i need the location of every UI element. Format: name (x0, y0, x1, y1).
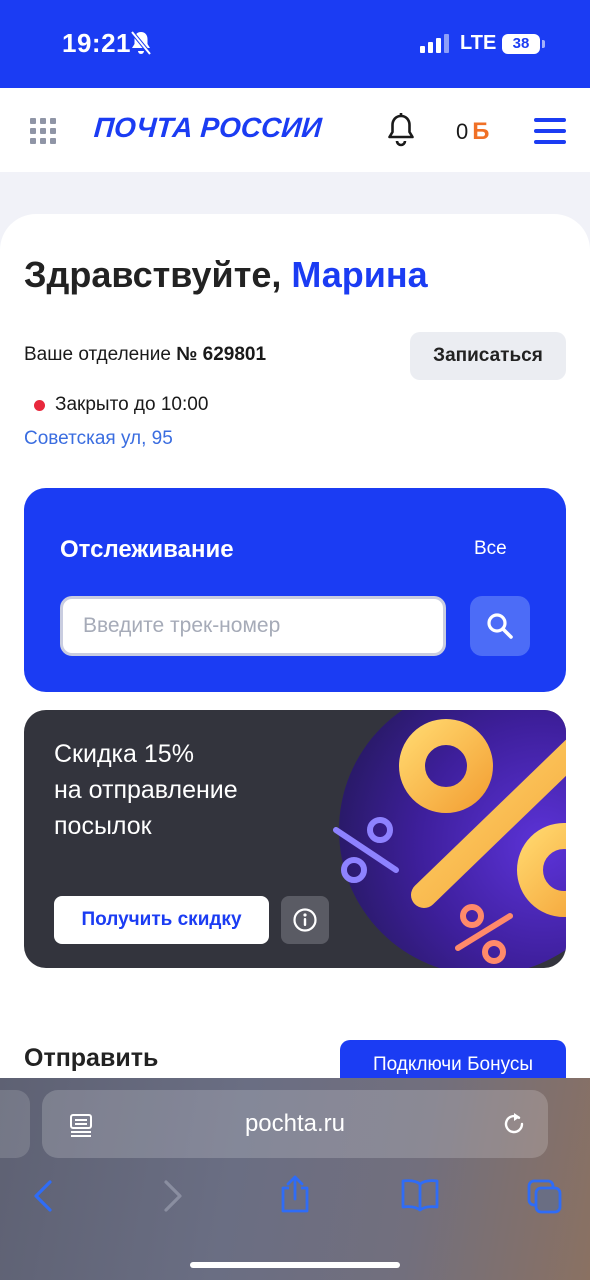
bookmarks-icon[interactable] (400, 1178, 440, 1217)
browser-nav (0, 1175, 590, 1221)
status-time: 19:21 (62, 28, 131, 58)
promo-text: Скидка 15% на отправление посылок (54, 736, 314, 844)
get-discount-button[interactable]: Получить скидку (54, 896, 269, 944)
user-name: Марина (291, 254, 428, 295)
info-button[interactable] (281, 896, 329, 944)
promo-line-1: Скидка 15% (54, 740, 194, 768)
points-balance[interactable]: 0 Ƃ (456, 118, 490, 146)
promo-banner: Скидка 15% на отправление посылок Получи… (24, 710, 566, 968)
signal-icon (420, 34, 449, 53)
back-icon[interactable] (32, 1178, 56, 1219)
url-text: pochta.ru (244, 1110, 346, 1137)
greeting-prefix: Здравствуйте, (24, 254, 292, 295)
office-status: Закрыто до 10:00 (34, 394, 208, 416)
search-button[interactable] (470, 596, 530, 656)
battery-indicator: 38 (502, 34, 545, 54)
menu-icon[interactable] (534, 118, 566, 144)
book-button[interactable]: Записаться (410, 332, 566, 380)
office-number: № 629801 (176, 344, 267, 365)
discount-illustration (333, 710, 566, 968)
promo-line-2: на отправление (54, 776, 238, 804)
forward-icon[interactable] (160, 1178, 184, 1219)
office-label: Ваше отделение (24, 344, 177, 365)
reload-icon[interactable] (500, 1110, 528, 1143)
status-bar: 19:21 LTE 38 (0, 0, 590, 88)
share-icon[interactable] (278, 1174, 312, 1219)
browser-toolbar: pochta.ru (0, 1078, 590, 1280)
tracking-card: Отслеживание Все (24, 488, 566, 692)
track-number-input[interactable] (60, 596, 446, 656)
address-bar[interactable]: pochta.ru (42, 1090, 548, 1158)
greeting: Здравствуйте, Марина (24, 254, 428, 296)
grid-icon[interactable] (30, 118, 56, 144)
office-info: Ваше отделение № 629801 (24, 344, 266, 366)
network-type: LTE (460, 32, 497, 54)
points-value: 0 (456, 119, 469, 144)
search-icon (487, 613, 513, 639)
home-indicator (190, 1262, 400, 1268)
send-section-title: Отправить (24, 1044, 159, 1072)
status-dot (34, 399, 45, 411)
office-address-link[interactable]: Советская ул, 95 (24, 428, 173, 450)
tracking-all-link[interactable]: Все (474, 538, 507, 560)
previous-tab[interactable] (0, 1090, 30, 1158)
app-header: ПОЧТА РОССИИ 0 Ƃ (0, 88, 590, 172)
coin-icon: Ƃ (472, 118, 490, 145)
status-text: Закрыто до 10:00 (55, 394, 209, 415)
bell-icon[interactable] (386, 112, 422, 152)
tracking-title: Отслеживание (60, 536, 234, 563)
promo-line-3: посылок (54, 812, 152, 840)
logo[interactable]: ПОЧТА РОССИИ (93, 112, 323, 144)
info-icon (293, 908, 317, 932)
tabs-icon[interactable] (526, 1178, 564, 1221)
mute-bell-icon (130, 30, 152, 61)
